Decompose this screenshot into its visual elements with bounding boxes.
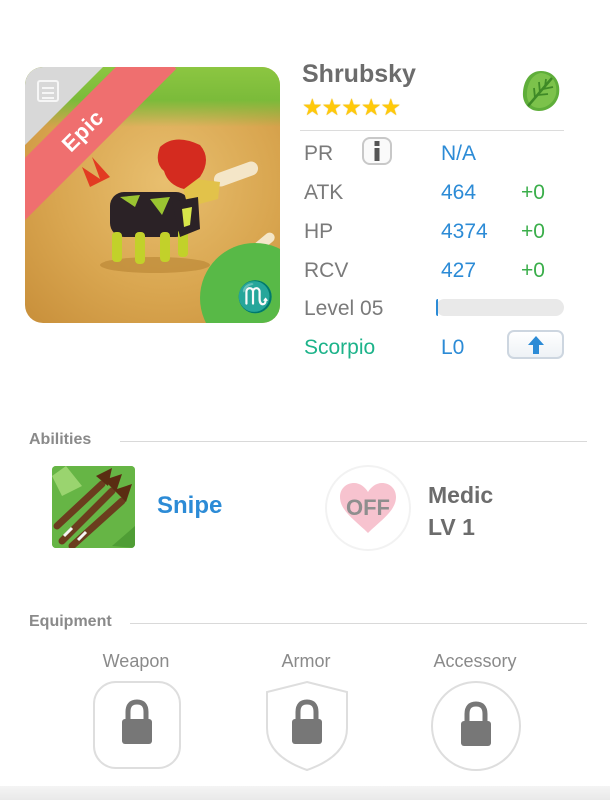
level-label: Level 05 xyxy=(304,297,384,320)
accessory-slot[interactable] xyxy=(430,680,522,772)
section-divider xyxy=(130,623,587,624)
atk-label: ATK xyxy=(304,181,344,204)
skill-toggle-label: OFF xyxy=(346,495,390,520)
weapon-slot[interactable] xyxy=(92,680,182,770)
section-divider xyxy=(120,441,587,442)
star-rating: ★★★★★ xyxy=(302,94,401,120)
monster-name: Shrubsky xyxy=(302,60,416,88)
hp-bonus: +0 xyxy=(521,220,545,243)
ability-name: Snipe xyxy=(157,492,223,519)
divider xyxy=(300,130,564,131)
hp-label: HP xyxy=(304,220,334,243)
leaf-icon xyxy=(522,71,560,111)
zodiac-level: L0 xyxy=(441,336,465,359)
monster-portrait[interactable]: Epic ♏ xyxy=(25,67,280,323)
armor-slot[interactable] xyxy=(263,680,351,772)
rcv-label: RCV xyxy=(304,259,349,282)
snipe-ability-icon[interactable] xyxy=(52,466,135,548)
hp-value: 4374 xyxy=(441,220,488,243)
monster-sprite xyxy=(82,139,220,273)
info-button[interactable] xyxy=(362,137,392,165)
rcv-value: 427 xyxy=(441,259,477,282)
atk-bonus: +0 xyxy=(521,181,545,204)
rcv-bonus: +0 xyxy=(521,259,545,282)
pr-label: PR xyxy=(304,142,334,165)
abilities-heading: Abilities xyxy=(29,431,92,448)
zodiac-upgrade-button[interactable] xyxy=(507,330,564,359)
weapon-label: Weapon xyxy=(102,651,170,671)
level-progress-bar xyxy=(436,299,564,316)
info-icon xyxy=(374,141,380,161)
bottom-bar xyxy=(0,786,610,800)
skill-toggle-button[interactable]: OFF xyxy=(327,467,409,549)
equipment-heading: Equipment xyxy=(29,613,112,630)
arrow-up-icon xyxy=(527,335,544,354)
accessory-label: Accessory xyxy=(433,651,517,671)
notes-icon[interactable] xyxy=(37,80,59,102)
scorpio-zodiac-icon: ♏ xyxy=(236,281,274,314)
atk-value: 464 xyxy=(441,181,477,204)
armor-label: Armor xyxy=(281,651,331,671)
skill-level: LV 1 xyxy=(428,514,475,540)
pr-value: N/A xyxy=(441,142,477,165)
zodiac-label: Scorpio xyxy=(304,336,376,359)
skill-name: Medic xyxy=(428,482,494,508)
level-progress-fill xyxy=(436,299,438,316)
